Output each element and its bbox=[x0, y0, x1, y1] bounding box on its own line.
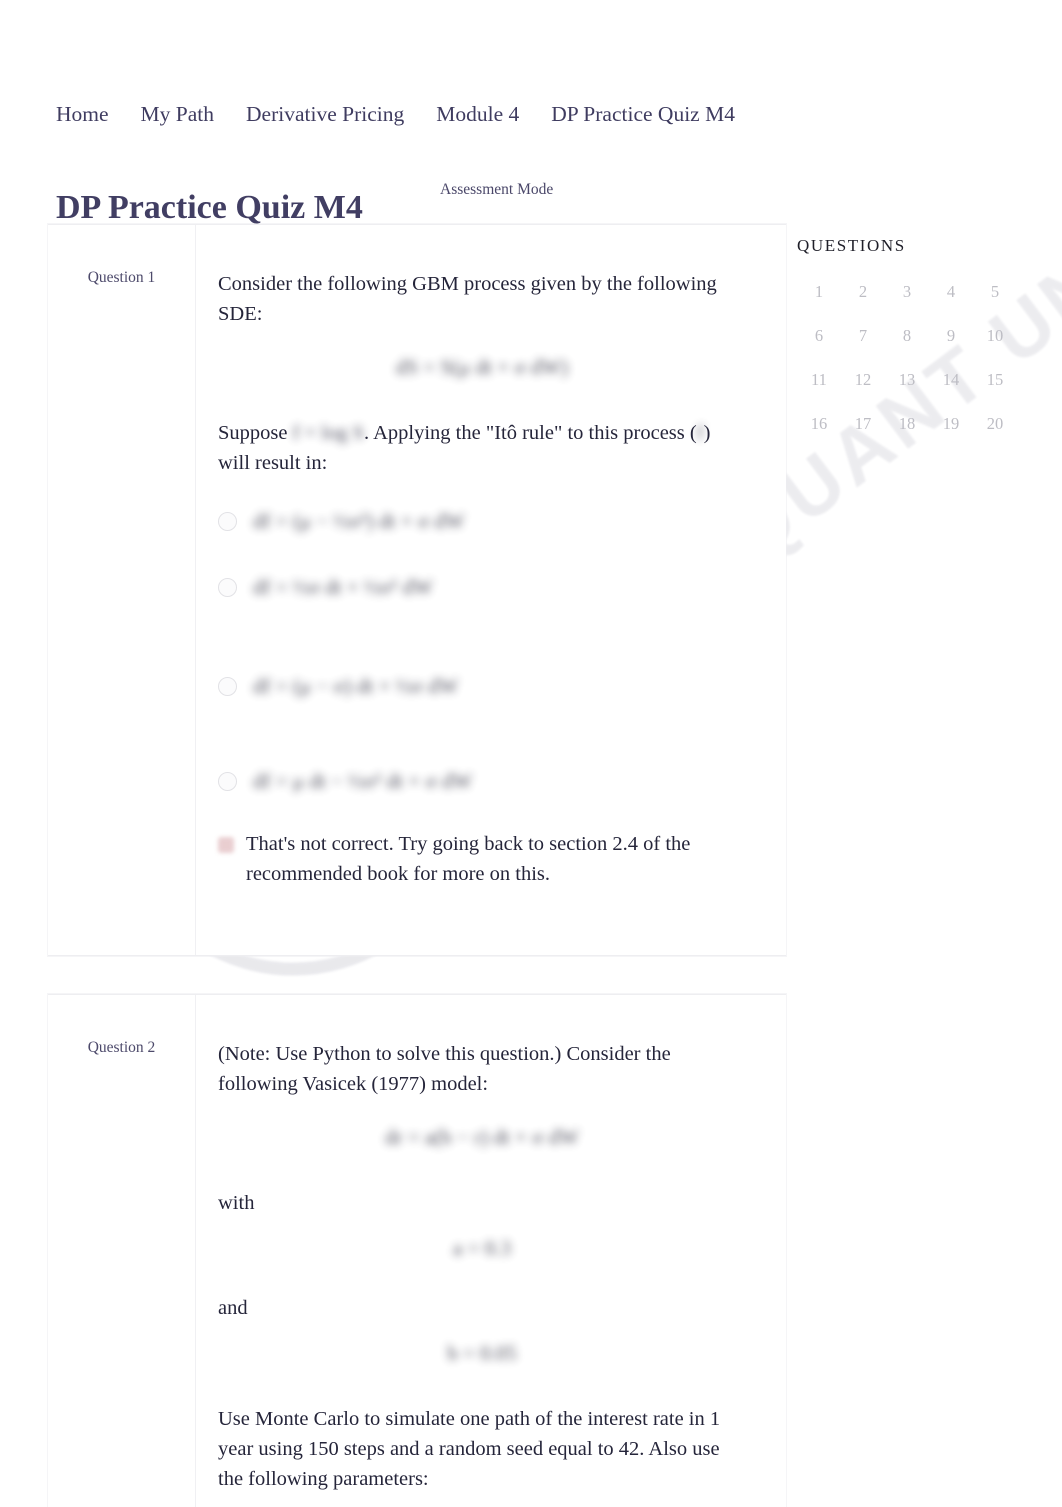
assessment-mode-label: Assessment Mode bbox=[440, 181, 554, 198]
breadcrumb-item-derivative-pricing[interactable]: Derivative Pricing bbox=[230, 102, 420, 127]
option-row-b[interactable]: df = ½σ dt + ½σ² dW bbox=[218, 575, 758, 600]
question-nav-4[interactable]: 4 bbox=[929, 282, 973, 302]
question-card-2: Question 2 (Note: Use Python to solve th… bbox=[48, 994, 786, 1507]
question-2-paragraph-2: Use Monte Carlo to simulate one path of … bbox=[218, 1408, 721, 1490]
question-2-label: Question 2 bbox=[87, 1039, 156, 1056]
question-1-paragraph-1: Consider the following GBM process given… bbox=[218, 273, 717, 325]
question-2-formula-1: dr = a(b − r) dt + σ dW bbox=[385, 1125, 579, 1149]
option-row-c[interactable]: df = (μ − σ) dt + ½σ dW bbox=[218, 674, 758, 699]
option-d-formula: df = μ dt − ½σ² dt + σ dW bbox=[253, 769, 473, 793]
question-nav-7[interactable]: 7 bbox=[841, 326, 885, 346]
question-nav-11[interactable]: 11 bbox=[797, 370, 841, 390]
breadcrumb-item-home[interactable]: Home bbox=[56, 102, 125, 127]
question-2-formula-3: b = 0.05 bbox=[447, 1341, 517, 1365]
page-title: DP Practice Quiz M4 bbox=[56, 188, 363, 226]
option-c-formula: df = (μ − σ) dt + ½σ dW bbox=[253, 674, 459, 698]
option-row-a[interactable]: df = (μ − ½σ²) dt + σ dW bbox=[218, 509, 758, 534]
questions-grid: 1 2 3 4 5 6 7 8 9 10 11 12 13 14 15 16 1… bbox=[797, 282, 1017, 434]
radio-button-d[interactable] bbox=[218, 772, 237, 791]
question-2-with-label: with bbox=[218, 1192, 255, 1214]
radio-button-a[interactable] bbox=[218, 512, 237, 531]
questions-panel: QUESTIONS 1 2 3 4 5 6 7 8 9 10 11 12 13 … bbox=[797, 236, 1017, 434]
radio-button-c[interactable] bbox=[218, 677, 237, 696]
question-nav-20[interactable]: 20 bbox=[973, 414, 1017, 434]
breadcrumb-item-my-path[interactable]: My Path bbox=[125, 102, 230, 127]
question-nav-6[interactable]: 6 bbox=[797, 326, 841, 346]
question-2-label-column: Question 2 bbox=[48, 995, 196, 1507]
question-nav-14[interactable]: 14 bbox=[929, 370, 973, 390]
breadcrumb: Home My Path Derivative Pricing Module 4… bbox=[56, 102, 751, 127]
question-nav-9[interactable]: 9 bbox=[929, 326, 973, 346]
question-1-label-column: Question 1 bbox=[48, 225, 196, 955]
question-1-inline-formula-2: f bbox=[696, 422, 704, 444]
question-1-paragraph-2-prefix: Suppose bbox=[218, 422, 288, 444]
question-nav-1[interactable]: 1 bbox=[797, 282, 841, 302]
question-nav-8[interactable]: 8 bbox=[885, 326, 929, 346]
question-nav-19[interactable]: 19 bbox=[929, 414, 973, 434]
question-nav-16[interactable]: 16 bbox=[797, 414, 841, 434]
option-a-formula: df = (μ − ½σ²) dt + σ dW bbox=[253, 509, 465, 533]
radio-button-b[interactable] bbox=[218, 578, 237, 597]
question-1-paragraph-2-middle: . Applying the "Itô rule" to this proces… bbox=[363, 422, 697, 444]
question-nav-17[interactable]: 17 bbox=[841, 414, 885, 434]
question-nav-3[interactable]: 3 bbox=[885, 282, 929, 302]
question-1-inline-formula-1: f = log S bbox=[292, 422, 364, 444]
questions-heading: QUESTIONS bbox=[797, 236, 906, 255]
question-2-and-label: and bbox=[218, 1297, 248, 1319]
question-nav-13[interactable]: 13 bbox=[885, 370, 929, 390]
incorrect-icon bbox=[218, 837, 234, 853]
question-1-label: Question 1 bbox=[87, 269, 156, 286]
question-1-paragraph-2: Suppose f = log S. Applying the "Itô rul… bbox=[218, 418, 746, 478]
question-2-body: (Note: Use Python to solve this question… bbox=[196, 995, 786, 1507]
question-nav-18[interactable]: 18 bbox=[885, 414, 929, 434]
option-b-formula: df = ½σ dt + ½σ² dW bbox=[253, 575, 433, 599]
question-nav-15[interactable]: 15 bbox=[973, 370, 1017, 390]
question-1-options: df = (μ − ½σ²) dt + σ dW df = ½σ dt + ½σ… bbox=[218, 509, 758, 794]
question-card-1: Question 1 Consider the following GBM pr… bbox=[48, 224, 786, 956]
breadcrumb-item-module-4[interactable]: Module 4 bbox=[420, 102, 535, 127]
question-1-feedback: That's not correct. Try going back to se… bbox=[218, 829, 738, 889]
breadcrumb-item-dp-practice-quiz-m4[interactable]: DP Practice Quiz M4 bbox=[535, 102, 751, 127]
question-2-formula-2: a = 0.3 bbox=[453, 1236, 511, 1260]
question-nav-12[interactable]: 12 bbox=[841, 370, 885, 390]
question-nav-2[interactable]: 2 bbox=[841, 282, 885, 302]
question-1-formula-1: dS = S(μ dt + σ dW) bbox=[395, 355, 569, 379]
option-row-d[interactable]: df = μ dt − ½σ² dt + σ dW bbox=[218, 769, 758, 794]
question-nav-10[interactable]: 10 bbox=[973, 326, 1017, 346]
question-nav-5[interactable]: 5 bbox=[973, 282, 1017, 302]
question-2-paragraph-1: (Note: Use Python to solve this question… bbox=[218, 1043, 671, 1095]
question-1-feedback-text: That's not correct. Try going back to se… bbox=[246, 833, 691, 885]
